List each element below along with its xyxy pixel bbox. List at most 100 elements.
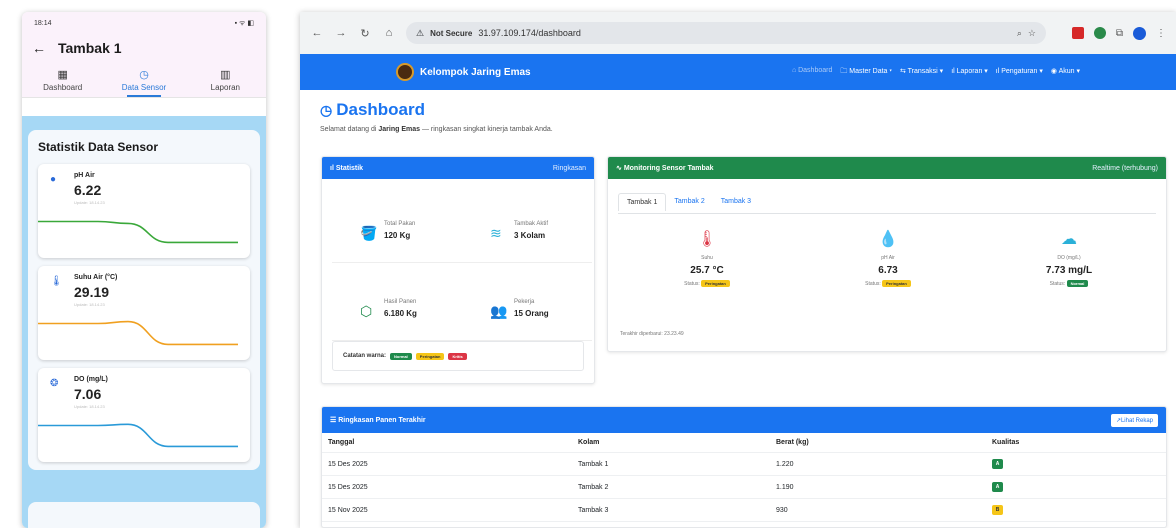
legend-kritis-badge: Kritis bbox=[448, 352, 467, 360]
card-title: ∿ Monitoring Sensor Tambak bbox=[616, 164, 714, 172]
tab-laporan[interactable]: ▥ Laporan bbox=[185, 62, 266, 97]
bookmark-star-icon[interactable]: ☆ bbox=[1028, 28, 1036, 39]
people-icon: 👥 bbox=[490, 303, 508, 319]
tab-divider bbox=[618, 213, 1156, 214]
nav-menu: ⌂ Dashboard 🗀 Master Data ▾ ⇆ Transaksi … bbox=[792, 67, 1080, 78]
water-icon: ≋ bbox=[490, 225, 502, 241]
droplet-icon: 💧 bbox=[878, 231, 898, 248]
trend-line-path bbox=[38, 220, 238, 244]
sensor-value: 6.73 bbox=[878, 265, 898, 276]
cloud-rain-icon: ☁ bbox=[1061, 231, 1077, 248]
speedometer-icon: ◷ bbox=[320, 101, 333, 118]
table-header-row: Tanggal Kolam Berat (kg) Kualitas bbox=[322, 433, 1166, 453]
tab-label: Laporan bbox=[210, 82, 240, 92]
page-title: ◷ Dashboard bbox=[320, 100, 1156, 120]
thermometer-icon: 🌡 bbox=[696, 231, 718, 248]
sensor-stats-panel: Statistik Data Sensor ● pH Air 6.22 Upda… bbox=[28, 130, 260, 470]
legend-label: Catatan warna: bbox=[343, 353, 387, 359]
sensor-suhu: 🌡 Suhu 25.7 °C Status: Peringatan bbox=[622, 229, 792, 317]
box-icon: ⬡ bbox=[360, 303, 373, 319]
status-label: Status: bbox=[684, 281, 700, 287]
sensor-value: 7.73 mg/L bbox=[1045, 265, 1093, 276]
thermometer-icon: 🌡 bbox=[50, 276, 63, 287]
sensor-label: DO (mg/L) bbox=[74, 376, 108, 383]
nav-item-laporan[interactable]: ıl Laporan ▾ bbox=[951, 67, 988, 78]
cell-kolam: Tambak 1 bbox=[578, 460, 609, 468]
site-navbar: Kelompok Jaring Emas ⌂ Dashboard 🗀 Maste… bbox=[300, 54, 1176, 90]
tab-bar: ▦ Dashboard ◷ Data Sensor ▥ Laporan bbox=[22, 62, 266, 98]
tab-dashboard[interactable]: ▦ Dashboard bbox=[22, 62, 103, 97]
cell-berat: 1.190 bbox=[776, 483, 794, 491]
sensor-value: 29.19 bbox=[74, 284, 110, 300]
extension-icon[interactable] bbox=[1093, 27, 1106, 39]
home-icon[interactable]: ⌂ bbox=[382, 27, 396, 39]
sensor-card-suhu[interactable]: 🌡 Suhu Air (°C) 29.19 Update: 18.14.23 bbox=[38, 266, 250, 360]
stat-pekerja: 👥 Pekerja 15 Orang bbox=[462, 279, 592, 341]
sensor-value: 6.22 bbox=[74, 182, 102, 198]
back-arrow-icon[interactable]: ← bbox=[32, 40, 46, 56]
stat-label: Hasil Panen bbox=[384, 299, 417, 305]
nav-item-pengaturan[interactable]: ıl Pengaturan ▾ bbox=[996, 67, 1043, 78]
stat-label: Tambak Aktif bbox=[514, 221, 549, 227]
cell-berat: 930 bbox=[776, 506, 788, 514]
nav-item-master-data[interactable]: 🗀 Master Data ▾ bbox=[840, 67, 892, 78]
stat-tambak-aktif: ≋ Tambak Aktif 3 Kolam bbox=[462, 201, 592, 263]
address-bar[interactable]: ⚠ Not Secure 31.97.109.174/dashboard ⌕ ☆ bbox=[406, 22, 1046, 44]
ph-drop-icon: ● bbox=[50, 174, 57, 185]
extension-icon[interactable] bbox=[1071, 27, 1084, 39]
card-title-text: Statistik bbox=[335, 164, 364, 172]
card-title-text: Ringkasan Panen Terakhir bbox=[338, 417, 426, 424]
realtime-status: Realtime (terhubung) bbox=[1092, 164, 1158, 172]
sensor-ph: 💧 pH Air 6.73 Status: Peringatan bbox=[803, 229, 973, 317]
sensor-status: Status: Peringatan bbox=[803, 280, 973, 287]
stat-value: 6.180 Kg bbox=[384, 309, 417, 318]
nav-item-transaksi[interactable]: ⇆ Transaksi ▾ bbox=[900, 67, 943, 78]
sensor-name: DO (mg/L) bbox=[1057, 255, 1081, 261]
nav-item-akun[interactable]: ◉ Akun ▾ bbox=[1051, 67, 1080, 78]
list-icon: ☰ bbox=[330, 417, 339, 424]
tab-tambak-1[interactable]: Tambak 1 bbox=[618, 193, 667, 211]
tab-data-sensor[interactable]: ◷ Data Sensor bbox=[103, 62, 184, 97]
legend-peringatan-badge: Peringatan bbox=[415, 352, 445, 360]
grid-icon: ▦ bbox=[57, 68, 68, 81]
security-label: Not Secure bbox=[430, 28, 473, 38]
brand-name[interactable]: Kelompok Jaring Emas bbox=[420, 67, 531, 78]
puzzle-icon[interactable]: ⧉ bbox=[1116, 28, 1123, 39]
table-row: 15 Des 2025 Tambak 2 1.190 A bbox=[322, 476, 1166, 499]
sensor-trend-line bbox=[38, 220, 238, 244]
status-bar: 18:14 ▪ ᯤ ◧ bbox=[22, 12, 266, 34]
subtitle-text: Selamat datang di bbox=[320, 126, 379, 133]
subtitle-bold: Jaring Emas bbox=[378, 126, 421, 133]
forward-icon[interactable]: → bbox=[334, 27, 348, 39]
nav-item-dashboard[interactable]: ⌂ Dashboard bbox=[792, 67, 832, 78]
col-header: Kualitas bbox=[992, 439, 1020, 446]
sensor-updated: Update: 18.14.23 bbox=[74, 404, 105, 409]
next-panel-peek bbox=[28, 502, 260, 528]
reload-icon[interactable]: ↻ bbox=[358, 27, 372, 40]
tambak-tabs: Tambak 1 Tambak 2 Tambak 3 bbox=[618, 193, 759, 211]
tab-tambak-3[interactable]: Tambak 3 bbox=[713, 193, 759, 211]
sensor-card-do[interactable]: ❂ DO (mg/L) 7.06 Update: 18.14.23 bbox=[38, 368, 250, 462]
stat-hasil-panen: ⬡ Hasil Panen 6.180 Kg bbox=[332, 279, 462, 341]
back-icon[interactable]: ← bbox=[310, 27, 324, 39]
browser-window: ← → ↻ ⌂ ⚠ Not Secure 31.97.109.174/dashb… bbox=[300, 12, 1176, 528]
stat-grid: 🪣 Total Pakan 120 Kg ≋ Tambak Aktif 3 Ko… bbox=[332, 191, 592, 349]
app-bar-title: Tambak 1 bbox=[58, 40, 122, 56]
card-title-text: Monitoring Sensor Tambak bbox=[623, 165, 714, 172]
sensor-value: 7.06 bbox=[74, 386, 102, 402]
cell-tanggal: 15 Des 2025 bbox=[328, 460, 368, 468]
zoom-icon[interactable]: ⌕ bbox=[1017, 28, 1022, 39]
url-text: 31.97.109.174/dashboard bbox=[478, 28, 581, 38]
oxygen-icon: ❂ bbox=[50, 378, 59, 389]
profile-avatar[interactable] bbox=[1133, 26, 1146, 40]
mobile-app-screen: 18:14 ▪ ᯤ ◧ ← Tambak 1 ▦ Dashboard ◷ Dat… bbox=[22, 12, 266, 528]
kebab-menu-icon[interactable]: ⋮ bbox=[1156, 28, 1166, 39]
sensor-trend-line bbox=[38, 320, 238, 346]
sensor-card-ph[interactable]: ● pH Air 6.22 Update: 18.14.23 bbox=[38, 164, 250, 258]
bucket-icon: 🪣 bbox=[360, 225, 378, 241]
tab-tambak-2[interactable]: Tambak 2 bbox=[666, 193, 712, 211]
lihat-rekap-button[interactable]: ↗Lihat Rekap bbox=[1110, 413, 1158, 427]
cell-kualitas: B bbox=[992, 505, 1152, 515]
cell-tanggal: 15 Des 2025 bbox=[328, 483, 368, 491]
activity-icon: ∿ bbox=[616, 165, 624, 172]
